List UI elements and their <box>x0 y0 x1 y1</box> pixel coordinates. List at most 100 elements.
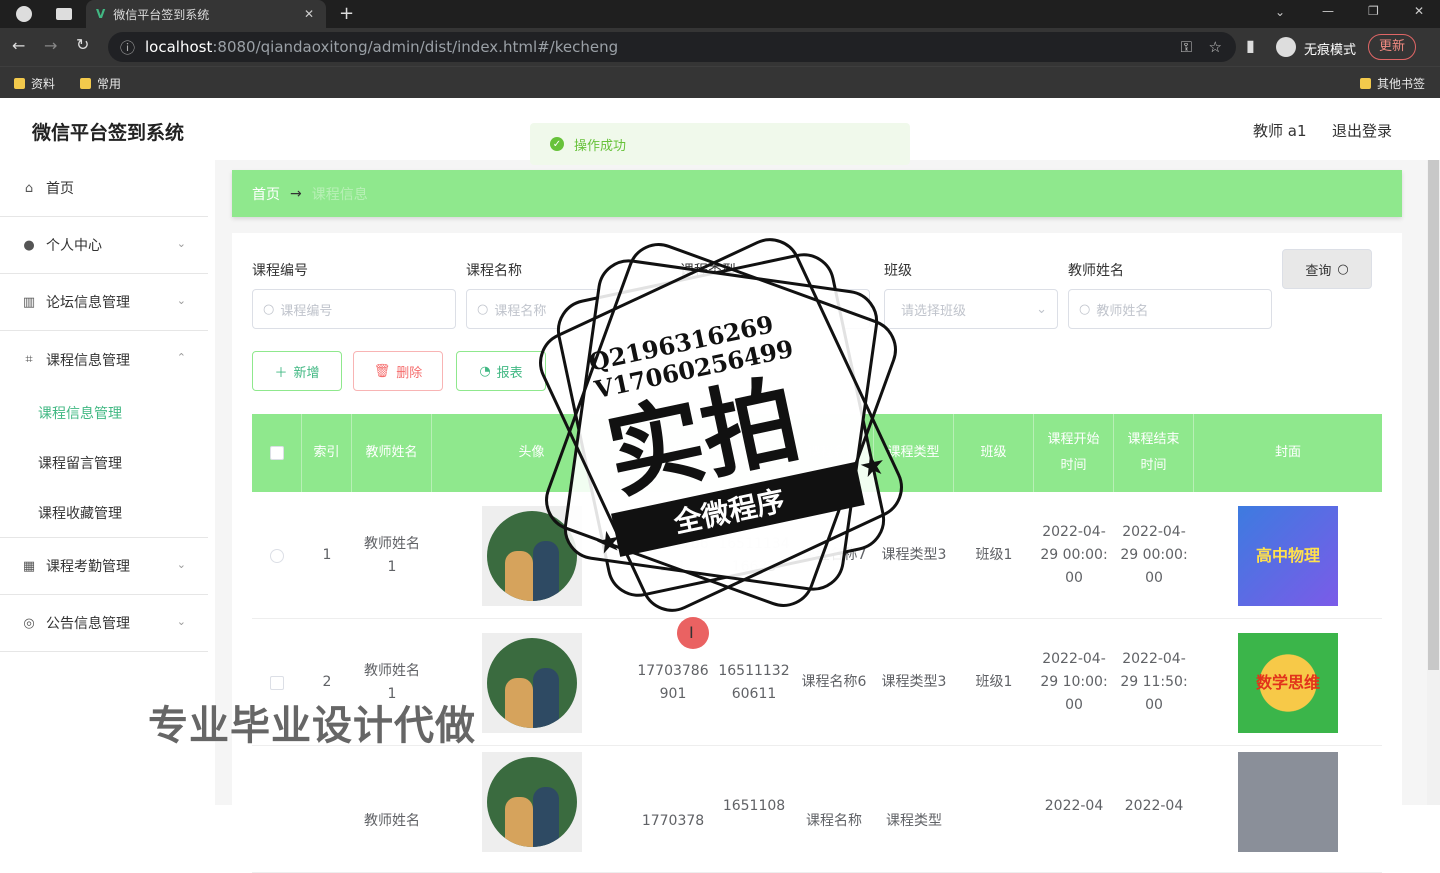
close-window-icon[interactable]: ✕ <box>1414 4 1424 18</box>
avatar <box>482 505 582 606</box>
row-cover: 数学思维 <box>1194 619 1382 746</box>
row-class: 班级1 <box>975 674 1013 690</box>
close-tab-icon[interactable]: ✕ <box>304 7 314 21</box>
text-cursor-icon: I <box>689 623 694 642</box>
bookmark-folder-other[interactable]: 其他书签 <box>1360 75 1425 92</box>
row-course-type: 课程类型 <box>886 813 942 829</box>
incognito-label: 无痕模式 <box>1304 43 1357 58</box>
minimize-icon[interactable]: — <box>1322 4 1334 18</box>
vue-icon: V <box>96 7 106 21</box>
maximize-icon[interactable]: ❐ <box>1368 4 1379 18</box>
sidebar-item-forum[interactable]: ▥ 论坛信息管理 ⌄ <box>0 274 208 331</box>
url-path: :8080/qiandaoxitong/admin/dist/index.htm… <box>212 38 619 56</box>
row-course-type: 课程类型3 <box>881 674 947 690</box>
chevron-down-icon[interactable]: ⌄ <box>1275 5 1285 19</box>
search-icon: ○ <box>1337 261 1349 277</box>
submenu-course-message[interactable]: 课程留言管理 <box>0 438 208 488</box>
th-index: 索引 <box>302 414 352 492</box>
report-button[interactable]: ◔ 报表 <box>456 351 546 391</box>
crop-icon: ⌗ <box>25 352 33 367</box>
tab-search-icon[interactable] <box>56 8 72 20</box>
chevron-down-icon: ⌄ <box>176 294 186 307</box>
query-button[interactable]: 查询 ○ <box>1282 249 1372 289</box>
teacher-input[interactable]: ○ 教师姓名 <box>1068 289 1272 329</box>
user-icon: ● <box>23 237 35 253</box>
bookmark-folder-ziliao[interactable]: 资料 <box>14 75 55 92</box>
search-icon: ○ <box>477 301 489 317</box>
th-course-no[interactable]: 课程编号 <box>632 414 714 492</box>
cover-image <box>1238 752 1338 852</box>
cursor-highlight: I <box>677 617 709 649</box>
chevron-down-icon: ⌄ <box>176 558 186 571</box>
row-end-time: 2022-04-29 00:00:00 <box>1120 524 1188 586</box>
url-host: localhost <box>145 38 213 56</box>
success-toast: ✓ 操作成功 <box>530 123 910 165</box>
folder-icon <box>14 78 25 89</box>
browser-tab[interactable]: V 微信平台签到系统 ✕ <box>86 0 326 28</box>
cover-image: 数学思维 <box>1238 632 1338 733</box>
th-end-time[interactable]: 课程结束时间 <box>1114 414 1194 492</box>
check-circle-icon: ✓ <box>550 137 564 151</box>
class-select[interactable]: 请选择班级 ⌄ <box>884 289 1058 329</box>
row-col5: 1651113260611 <box>718 662 790 702</box>
globe-icon[interactable] <box>16 6 32 22</box>
page-scrollbar[interactable] <box>1427 160 1440 805</box>
sidebar-item-profile[interactable]: ● 个人中心 ⌄ <box>0 217 208 274</box>
th-course-name[interactable]: 课程名称 <box>794 414 874 492</box>
course-type-select[interactable]: 课程类型 ⌄ <box>680 289 870 329</box>
chevron-down-icon: ⌄ <box>1036 301 1047 317</box>
tab-title: 微信平台签到系统 <box>113 7 210 22</box>
star-icon[interactable]: ☆ <box>1209 38 1222 56</box>
th-class[interactable]: 班级 <box>954 414 1034 492</box>
reload-icon[interactable]: ↻ <box>76 35 89 54</box>
toast-message: 操作成功 <box>574 138 627 154</box>
new-tab-icon[interactable]: + <box>339 3 354 24</box>
th-col5 <box>714 414 794 492</box>
submenu-course-favorite[interactable]: 课程收藏管理 <box>0 488 208 538</box>
url-bar[interactable]: ⓘ localhost :8080/qiandaoxitong/admin/di… <box>108 32 1236 62</box>
plus-icon: ＋ <box>274 365 288 381</box>
grid-icon: ▦ <box>22 558 36 574</box>
chevron-down-icon: ⌄ <box>176 615 186 628</box>
filter-label-course-type: 课程类型 <box>680 263 736 279</box>
search-icon: ○ <box>1079 301 1091 317</box>
sidebar-item-course[interactable]: ⌗ 课程信息管理 ⌃ <box>0 331 208 388</box>
row-end-time: 2022-04 <box>1124 798 1184 814</box>
course-no-input[interactable]: ○ 课程编号 <box>252 289 456 329</box>
add-button[interactable]: ＋新增 <box>252 351 342 391</box>
forward-icon[interactable]: → <box>44 36 57 55</box>
row-course-no: 1770378 <box>641 813 705 829</box>
row-avatar <box>432 746 632 873</box>
row-col5: 1651108 <box>722 798 786 814</box>
delete-button[interactable]: 🗑 删除 <box>353 351 443 391</box>
logout-link[interactable]: 退出登录 <box>1332 120 1392 141</box>
sidebar-item-notice[interactable]: ◎ 公告信息管理 ⌄ <box>0 595 208 652</box>
select-all-checkbox[interactable] <box>252 414 302 492</box>
row-teacher: 教师姓名1 <box>364 535 420 575</box>
key-icon[interactable]: ⚿ <box>1181 38 1192 56</box>
chevron-down-icon: ⌄ <box>848 301 859 317</box>
filter-label-teacher: 教师姓名 <box>1068 263 1124 279</box>
bookmark-folder-changyong[interactable]: 常用 <box>80 75 121 92</box>
user-name: 教师 a1 <box>1253 122 1307 140</box>
sidebar-item-attendance[interactable]: ▦ 课程考勤管理 ⌄ <box>0 538 208 595</box>
breadcrumb-home[interactable]: 首页 <box>252 184 280 204</box>
table-row: 教师姓名 1770378 1651108 课程名称 课程类型 2022-04 2… <box>252 746 1382 873</box>
pie-chart-icon: ◔ <box>479 363 491 379</box>
submenu-course-info[interactable]: 课程信息管理 <box>0 388 208 438</box>
row-start-time: 2022-04 <box>1044 798 1104 814</box>
sidepanel-icon[interactable]: ▮ <box>1246 36 1255 55</box>
sidebar-item-home[interactable]: ⌂ 首页 <box>0 160 208 217</box>
watermark-text: 专业毕业设计代做 <box>148 703 476 749</box>
row-index: 1 <box>322 547 332 563</box>
th-start-time[interactable]: 课程开始时间 <box>1034 414 1114 492</box>
th-teacher[interactable]: 教师姓名 <box>352 414 432 492</box>
search-icon: ○ <box>263 301 275 317</box>
row-checkbox[interactable] <box>252 492 302 619</box>
course-name-input[interactable]: ○ 课程名称 <box>466 289 670 329</box>
chevron-down-icon: ⌄ <box>176 237 186 250</box>
back-icon[interactable]: ← <box>12 36 25 55</box>
update-button[interactable]: 更新 <box>1368 34 1417 60</box>
th-course-type[interactable]: 课程类型 <box>874 414 954 492</box>
app-title: 微信平台签到系统 <box>32 122 185 144</box>
